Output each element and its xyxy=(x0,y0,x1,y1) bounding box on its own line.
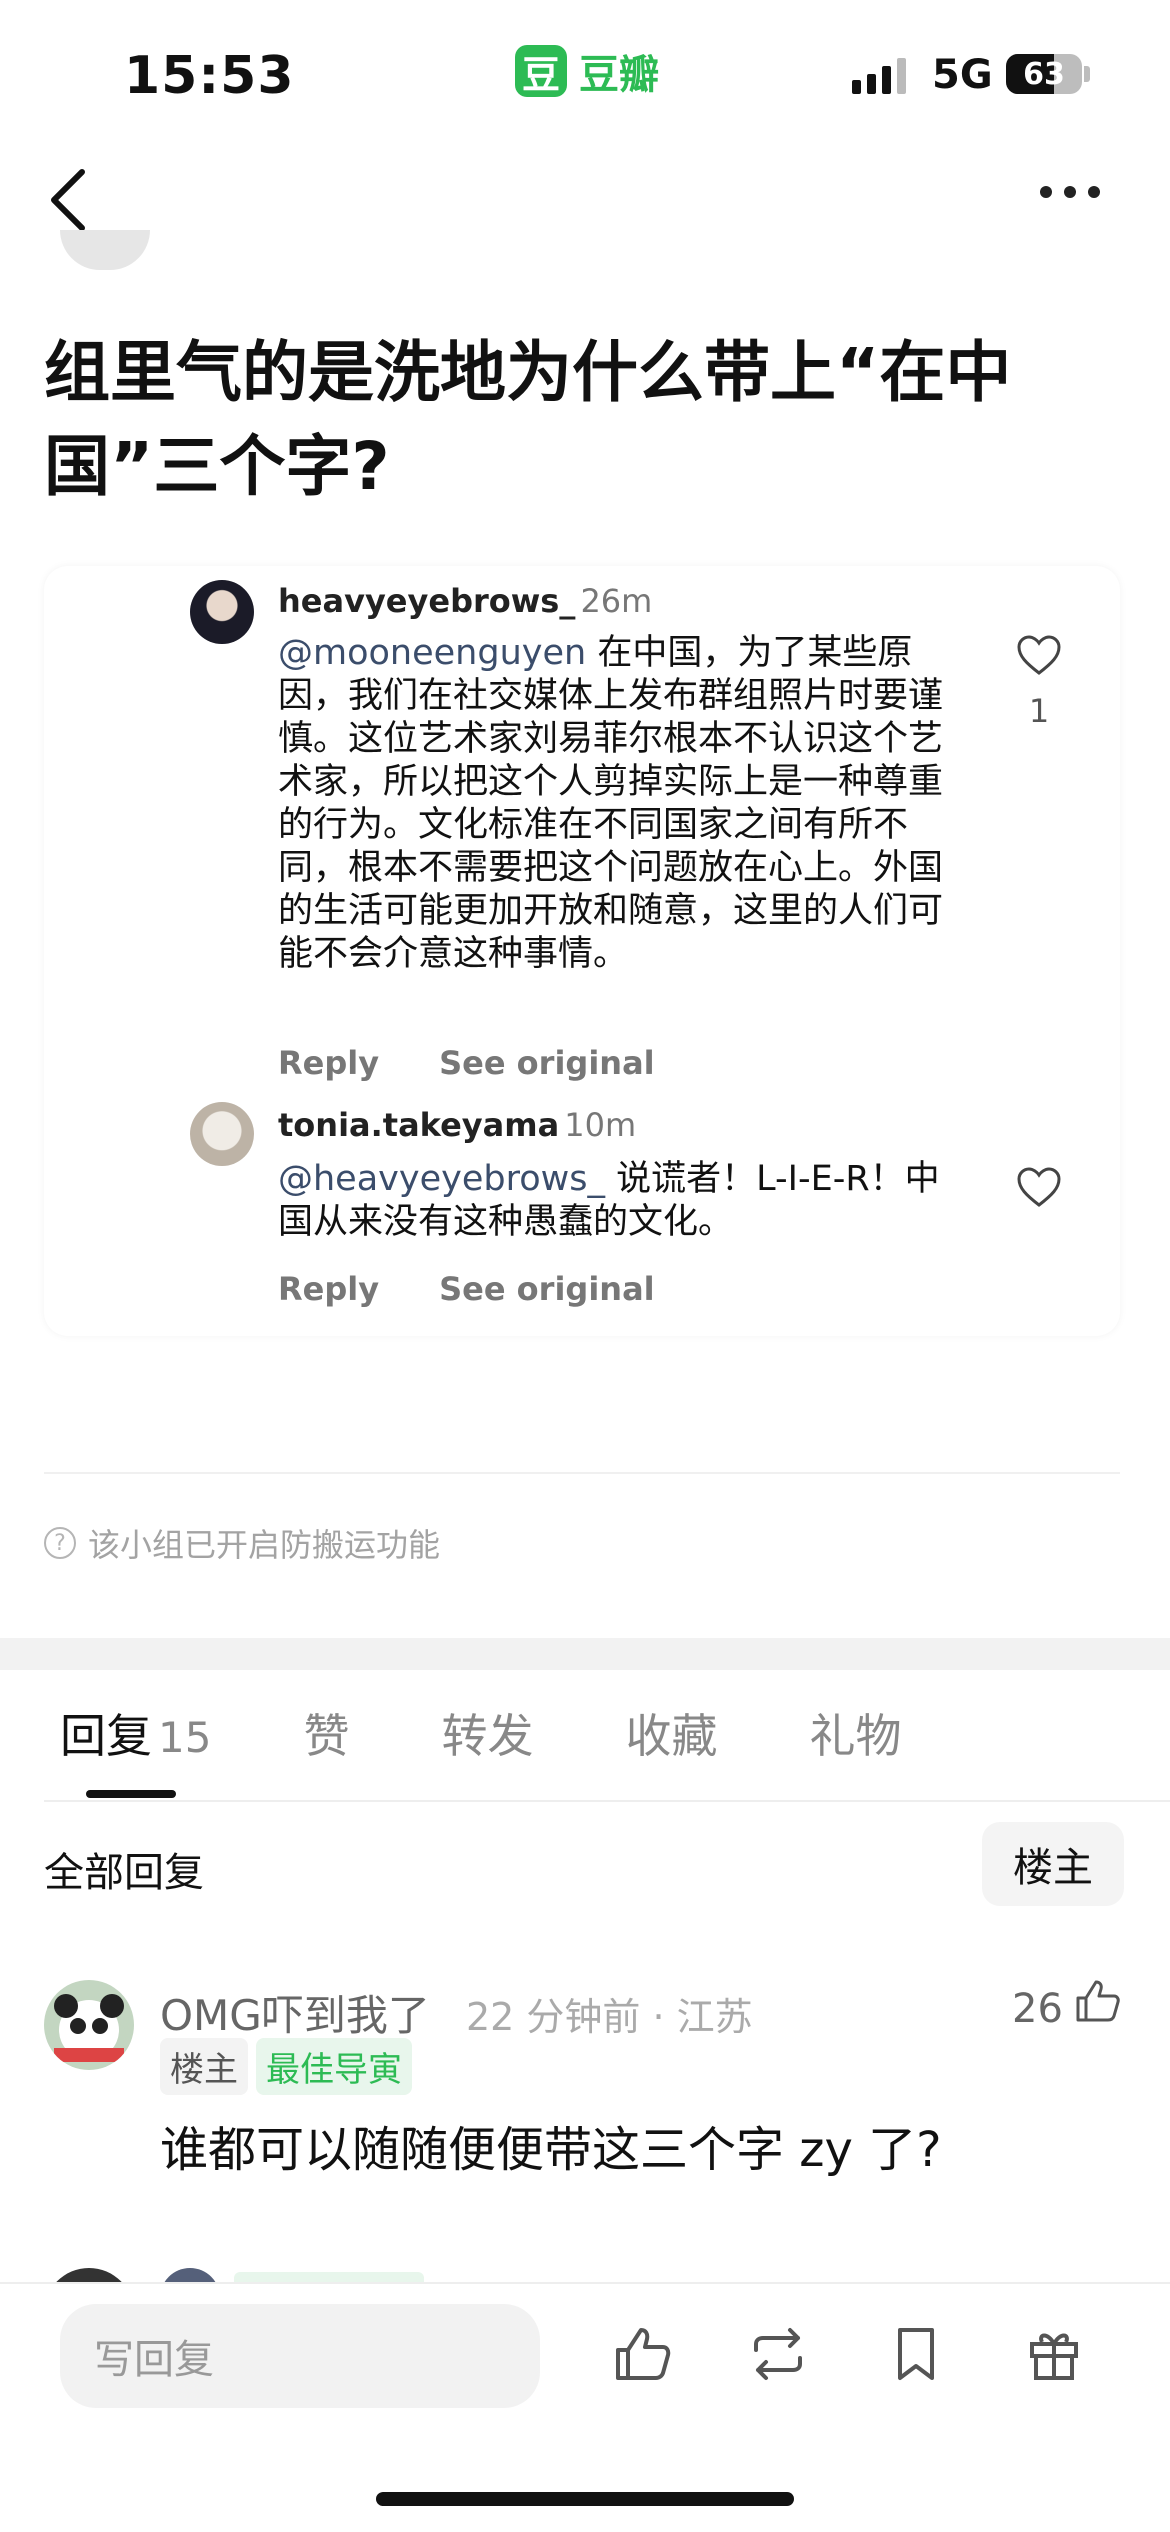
tab-label: 礼物 xyxy=(809,1709,902,1763)
tab-label: 赞 xyxy=(303,1709,350,1763)
comment-body: 在中国，为了某些原因，我们在社交媒体上发布群组照片时要谨慎。这位艺术家刘易菲尔根… xyxy=(278,633,944,974)
status-time: 15:53 xyxy=(124,46,295,106)
embedded-screenshot[interactable]: heavyeyebrows_ 26m @mooneenguyen 在中国，为了某… xyxy=(44,566,1120,1336)
tab-reposts[interactable]: 转发 xyxy=(441,1700,533,1766)
mention: @mooneenguyen xyxy=(278,633,587,673)
reply-like-count: 26 xyxy=(1012,1986,1063,2032)
chevron-left-icon xyxy=(51,169,85,231)
next-reply-peek xyxy=(44,2262,1170,2282)
app-name: 豆瓣 xyxy=(579,52,659,98)
comment-time: 26m xyxy=(580,582,653,620)
all-replies-label: 全部回复 xyxy=(44,1850,204,1896)
thumbs-up-icon[interactable] xyxy=(1072,1976,1122,2026)
network-type: 5G xyxy=(932,52,993,98)
gift-icon[interactable] xyxy=(1022,2322,1086,2386)
reply-link: Reply xyxy=(278,1044,380,1082)
tab-count: 15 xyxy=(158,1713,212,1762)
see-original-link: See original xyxy=(439,1044,655,1082)
heart-icon xyxy=(1017,635,1061,675)
commenter-avatar xyxy=(190,1102,254,1166)
commenter-username: tonia.takeyama xyxy=(278,1106,560,1144)
comment-actions: Reply See original xyxy=(278,1270,655,1308)
active-tab-indicator xyxy=(86,1790,176,1798)
like-count: 1 xyxy=(1028,692,1050,730)
reply-text: 谁都可以随随便便带这三个字 zy 了? xyxy=(160,2122,942,2178)
back-button[interactable] xyxy=(42,160,102,240)
comment-text: @heavyeyebrows_ 说谎者！L-I-E-R！中国从来没有这种愚蠢的文… xyxy=(278,1158,958,1244)
post-title: 组里气的是洗地为什么带上“在中国”三个字? xyxy=(44,334,1012,505)
best-reply-tag: 最佳导寅 xyxy=(256,2038,412,2095)
battery-level: 63 xyxy=(1023,56,1065,92)
app-badge: 豆 豆瓣 xyxy=(515,42,659,100)
author-avatar[interactable] xyxy=(60,230,150,270)
bookmark-icon[interactable] xyxy=(884,2322,948,2386)
tab-label: 转发 xyxy=(441,1709,534,1763)
commenter-username: heavyeyebrows_ xyxy=(278,582,576,620)
tab-favorites[interactable]: 收藏 xyxy=(625,1700,717,1766)
dot-icon xyxy=(1040,186,1052,198)
divider xyxy=(44,1800,1170,1802)
divider xyxy=(44,1472,1120,1474)
tab-likes[interactable]: 赞 xyxy=(303,1700,349,1766)
signal-icon xyxy=(852,58,906,94)
heart-icon xyxy=(1017,1167,1061,1207)
dot-icon xyxy=(1088,186,1100,198)
avatar[interactable] xyxy=(44,1980,134,2070)
reply-input[interactable]: 写回复 xyxy=(60,2304,540,2408)
repost-icon[interactable] xyxy=(746,2322,810,2386)
reply-meta: 22 分钟前 · 江苏 xyxy=(466,1995,753,2039)
reply-link: Reply xyxy=(278,1270,380,1308)
battery-tip xyxy=(1084,66,1090,82)
commenter-avatar xyxy=(190,580,254,644)
douban-logo-icon: 豆 xyxy=(515,45,567,97)
tab-label: 回复 xyxy=(60,1709,152,1763)
more-options-button[interactable] xyxy=(1040,186,1100,198)
op-only-filter-button[interactable]: 楼主 xyxy=(982,1822,1124,1906)
see-original-link: See original xyxy=(439,1270,655,1308)
comment-time: 10m xyxy=(564,1106,637,1144)
home-indicator xyxy=(376,2492,794,2506)
tab-gifts[interactable]: 礼物 xyxy=(809,1700,901,1766)
dot-icon xyxy=(1064,186,1076,198)
battery-icon: 63 xyxy=(1006,54,1082,94)
tab-bar: 回复 15 赞 转发 收藏 礼物 xyxy=(60,1700,993,1766)
comment-actions: Reply See original xyxy=(278,1044,655,1082)
op-tag: 楼主 xyxy=(160,2038,248,2095)
comment-header: heavyeyebrows_ 26m xyxy=(278,582,652,620)
reply-username[interactable]: OMG吓到我了 xyxy=(160,1982,430,2043)
panda-avatar-icon xyxy=(54,1994,124,2062)
question-icon: ? xyxy=(44,1527,76,1559)
notice-text: 该小组已开启防搬运功能 xyxy=(88,1526,441,1564)
thumbs-up-icon[interactable] xyxy=(610,2322,674,2386)
tab-replies[interactable]: 回复 15 xyxy=(60,1700,211,1766)
tab-label: 收藏 xyxy=(625,1709,718,1763)
comment-text: @mooneenguyen 在中国，为了某些原因，我们在社交媒体上发布群组照片时… xyxy=(278,632,958,976)
mention: @heavyeyebrows_ xyxy=(278,1159,605,1199)
anti-repost-notice: ? 该小组已开启防搬运功能 xyxy=(44,1520,440,1566)
section-separator xyxy=(0,1638,1170,1670)
comment-header: tonia.takeyama 10m xyxy=(278,1106,636,1144)
